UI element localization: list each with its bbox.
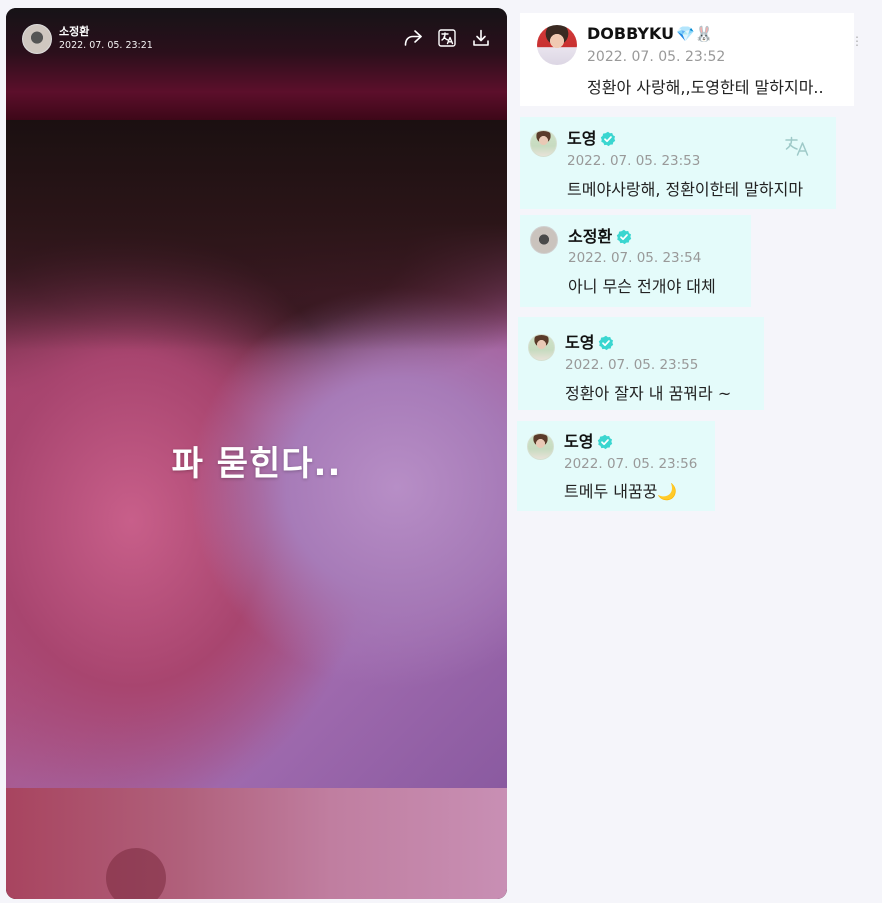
comment-username-row: 도영	[565, 333, 614, 353]
verified-icon	[599, 335, 614, 351]
comment-username-row: 소정환	[568, 227, 632, 247]
story-viewer: 소정환 2022. 07. 05. 23:21 파 묻힌다..	[6, 8, 507, 899]
comment-timestamp: 2022. 07. 05. 23:54	[568, 250, 702, 266]
avatar[interactable]	[530, 130, 557, 157]
post-timestamp: 2022. 07. 05. 23:52	[587, 49, 726, 65]
comment-card: 도영 2022. 07. 05. 23:55 정환아 잘자 내 꿈꿔라 ~	[518, 317, 764, 410]
comment-card: 도영 2022. 07. 05. 23:53 트메야사랑해, 정환이한테 말하지…	[520, 117, 836, 209]
share-button[interactable]	[403, 28, 423, 48]
comment-text: 정환아 잘자 내 꿈꿔라 ~	[565, 384, 732, 403]
comment-text: 트메두 내꿈꿍🌙	[564, 482, 678, 501]
download-button[interactable]	[471, 28, 491, 48]
post-card: DOBBYKU 💎🐰 2022. 07. 05. 23:52 정환아 사랑해,,…	[520, 13, 854, 106]
story-timestamp: 2022. 07. 05. 23:21	[59, 40, 153, 51]
comment-timestamp: 2022. 07. 05. 23:53	[567, 153, 701, 169]
comment-username[interactable]: 도영	[567, 129, 596, 149]
story-bottom-band	[6, 788, 507, 899]
story-bottom-blur	[106, 848, 166, 899]
avatar[interactable]	[537, 25, 577, 65]
verified-icon	[616, 229, 632, 245]
verified-icon	[601, 131, 616, 147]
translate-icon	[438, 29, 456, 47]
translate-icon[interactable]	[785, 136, 811, 156]
comment-card: 도영 2022. 07. 05. 23:56 트메두 내꿈꿍🌙	[517, 421, 715, 511]
comment-timestamp: 2022. 07. 05. 23:56	[564, 456, 698, 472]
translate-button[interactable]	[437, 28, 457, 48]
verified-icon	[598, 434, 613, 450]
post-text: 정환아 사랑해,,도영한테 말하지마..	[587, 78, 824, 97]
post-username[interactable]: DOBBYKU	[587, 24, 674, 44]
story-header: 소정환 2022. 07. 05. 23:21	[22, 24, 153, 54]
comment-username[interactable]: 도영	[564, 432, 593, 452]
story-caption: 파 묻힌다..	[171, 444, 342, 484]
story-meta: 소정환 2022. 07. 05. 23:21	[59, 25, 153, 53]
avatar[interactable]	[527, 433, 554, 460]
download-icon	[473, 29, 489, 46]
comment-username[interactable]: 소정환	[568, 227, 612, 247]
comment-username-row: 도영	[567, 129, 616, 149]
comment-text: 트메야사랑해, 정환이한테 말하지마	[567, 180, 804, 199]
comment-timestamp: 2022. 07. 05. 23:55	[565, 357, 699, 373]
comment-text: 아니 무슨 전개야 대체	[568, 277, 716, 296]
story-username[interactable]: 소정환	[59, 25, 153, 39]
comment-username[interactable]: 도영	[565, 333, 594, 353]
post-username-row: DOBBYKU 💎🐰	[587, 24, 713, 44]
story-photo-shade	[6, 120, 507, 350]
comment-username-row: 도영	[564, 432, 613, 452]
comment-card: 소정환 2022. 07. 05. 23:54 아니 무슨 전개야 대체	[520, 215, 751, 307]
story-actions	[403, 28, 491, 48]
avatar[interactable]	[528, 334, 555, 361]
more-menu-icon[interactable]: ⋮	[851, 34, 863, 48]
avatar[interactable]	[22, 24, 52, 54]
share-icon	[404, 30, 422, 46]
avatar[interactable]	[530, 226, 558, 254]
post-user-badges: 💎🐰	[676, 25, 714, 43]
